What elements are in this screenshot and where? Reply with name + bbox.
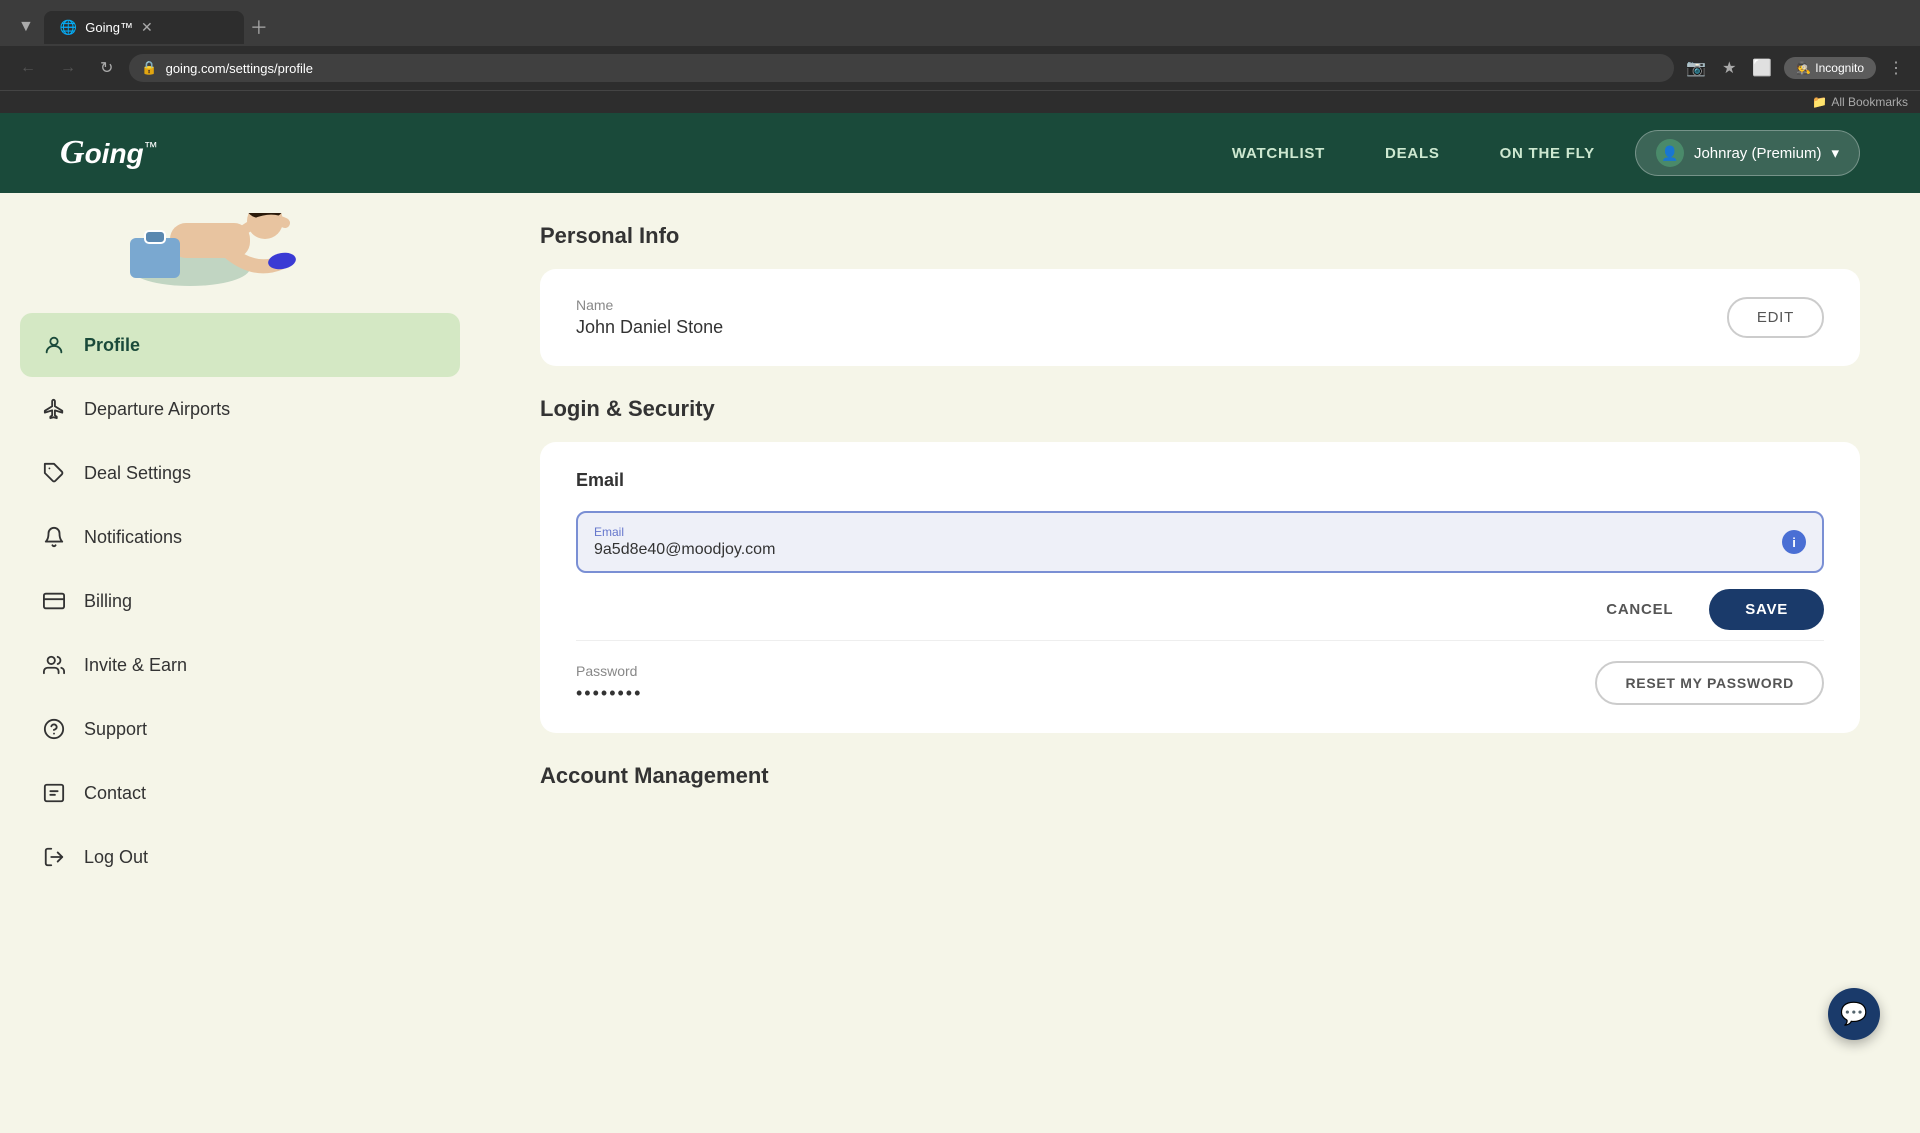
- tablet-view-btn[interactable]: ⬜: [1748, 54, 1776, 82]
- sidebar-item-log-out-label: Log Out: [84, 847, 148, 868]
- bell-icon: [40, 523, 68, 551]
- reset-password-btn[interactable]: RESET MY PASSWORD: [1595, 661, 1824, 705]
- chat-btn[interactable]: 💬: [1828, 988, 1880, 1040]
- browser-tab-active[interactable]: 🌐 Going™ ✕: [44, 11, 244, 44]
- name-field: Name John Daniel Stone: [576, 297, 723, 338]
- sidebar-item-billing[interactable]: Billing: [0, 569, 480, 633]
- name-value: John Daniel Stone: [576, 317, 723, 338]
- illustration-svg: [110, 213, 370, 293]
- browser-chrome: ▼ 🌐 Going™ ✕ ＋ ← → ↻ 🔒 going.com/setting…: [0, 0, 1920, 113]
- name-label: Name: [576, 297, 723, 313]
- sidebar-item-support-label: Support: [84, 719, 147, 740]
- sidebar-illustration: [0, 213, 480, 293]
- profile-icon: [40, 331, 68, 359]
- email-input-wrapper[interactable]: Email i: [576, 511, 1824, 573]
- sidebar-item-deal-settings-label: Deal Settings: [84, 463, 191, 484]
- user-name: Johnray (Premium): [1694, 145, 1822, 162]
- nav-watchlist[interactable]: WATCHLIST: [1232, 145, 1325, 162]
- sidebar-item-contact[interactable]: Contact: [0, 761, 480, 825]
- user-avatar: 👤: [1656, 139, 1684, 167]
- chat-icon: 💬: [1840, 1001, 1867, 1027]
- contact-icon: [40, 779, 68, 807]
- sidebar: Profile Departure Airports Deal Settings: [0, 193, 480, 1133]
- password-field: Password ••••••••: [576, 663, 642, 704]
- browser-toolbar-right: 📷 ★ ⬜ 🕵 Incognito ⋮: [1682, 54, 1908, 82]
- email-input-container: Email: [594, 525, 1772, 559]
- bookmarks-label: 📁 All Bookmarks: [1812, 95, 1908, 109]
- logo-text: Going™: [60, 134, 158, 172]
- email-actions: CANCEL SAVE: [576, 589, 1824, 630]
- help-circle-icon: [40, 715, 68, 743]
- edit-name-btn[interactable]: EDIT: [1727, 297, 1824, 338]
- content-area: Personal Info Name John Daniel Stone EDI…: [480, 193, 1920, 1133]
- email-section-title: Email: [576, 470, 1824, 491]
- sidebar-item-departure-airports[interactable]: Departure Airports: [0, 377, 480, 441]
- save-btn[interactable]: SAVE: [1709, 589, 1824, 630]
- sidebar-item-invite-earn-label: Invite & Earn: [84, 655, 187, 676]
- user-menu-btn[interactable]: 👤 Johnray (Premium) ▾: [1635, 130, 1860, 176]
- plane-icon: [40, 395, 68, 423]
- tab-dropdown-btn[interactable]: ▼: [12, 12, 40, 42]
- bookmarks-folder-icon: 📁: [1812, 95, 1827, 109]
- tab-title: Going™: [85, 20, 133, 35]
- login-security-card: Email Email i CANCEL SAVE Password •••••…: [540, 442, 1860, 733]
- new-tab-btn[interactable]: ＋: [244, 8, 274, 46]
- sidebar-item-invite-earn[interactable]: Invite & Earn: [0, 633, 480, 697]
- sidebar-item-support[interactable]: Support: [0, 697, 480, 761]
- extensions-btn[interactable]: ⋮: [1884, 54, 1908, 82]
- user-chevron-icon: ▾: [1831, 144, 1839, 162]
- main-nav: WATCHLIST DEALS ON THE FLY: [1232, 145, 1595, 162]
- logo[interactable]: Going™: [60, 134, 158, 172]
- reload-btn[interactable]: ↻: [92, 54, 121, 82]
- users-icon: [40, 651, 68, 679]
- forward-btn[interactable]: →: [52, 55, 84, 81]
- bookmarks-bar: 📁 All Bookmarks: [0, 90, 1920, 113]
- sidebar-item-deal-settings[interactable]: Deal Settings: [0, 441, 480, 505]
- personal-info-card: Name John Daniel Stone EDIT: [540, 269, 1860, 366]
- sidebar-item-departure-label: Departure Airports: [84, 399, 230, 420]
- login-security-title: Login & Security: [540, 396, 1860, 422]
- credit-card-icon: [40, 587, 68, 615]
- sidebar-item-log-out[interactable]: Log Out: [0, 825, 480, 889]
- app-header: Going™ WATCHLIST DEALS ON THE FLY 👤 John…: [0, 113, 1920, 193]
- tab-close-btn[interactable]: ✕: [141, 19, 153, 36]
- log-out-icon: [40, 843, 68, 871]
- email-info-icon: i: [1782, 530, 1806, 554]
- sidebar-nav: Profile Departure Airports Deal Settings: [0, 313, 480, 889]
- browser-tab-bar: ▼ 🌐 Going™ ✕ ＋: [0, 0, 1920, 46]
- incognito-btn[interactable]: 🕵 Incognito: [1784, 57, 1876, 79]
- url-bar[interactable]: 🔒 going.com/settings/profile: [129, 54, 1674, 82]
- sidebar-item-profile-label: Profile: [84, 335, 140, 356]
- tag-icon: [40, 459, 68, 487]
- sidebar-item-notifications[interactable]: Notifications: [0, 505, 480, 569]
- password-label: Password: [576, 663, 642, 679]
- main-layout: Profile Departure Airports Deal Settings: [0, 193, 1920, 1133]
- password-section: Password •••••••• RESET MY PASSWORD: [576, 640, 1824, 705]
- sidebar-item-profile[interactable]: Profile: [20, 313, 460, 377]
- name-row: Name John Daniel Stone EDIT: [576, 297, 1824, 338]
- password-dots: ••••••••: [576, 683, 642, 704]
- incognito-icon: 🕵: [1796, 61, 1811, 75]
- sidebar-item-contact-label: Contact: [84, 783, 146, 804]
- personal-info-title: Personal Info: [540, 223, 1860, 249]
- url-text: going.com/settings/profile: [166, 61, 1663, 76]
- browser-toolbar: ← → ↻ 🔒 going.com/settings/profile 📷 ★ ⬜…: [0, 46, 1920, 90]
- account-mgmt-title: Account Management: [540, 763, 1860, 789]
- sidebar-item-billing-label: Billing: [84, 591, 132, 612]
- email-input[interactable]: [594, 541, 1772, 559]
- nav-on-the-fly[interactable]: ON THE FLY: [1500, 145, 1595, 162]
- camera-off-icon[interactable]: 📷: [1682, 54, 1710, 82]
- lock-icon: 🔒: [141, 60, 157, 76]
- bookmark-btn[interactable]: ★: [1718, 54, 1740, 82]
- email-input-label: Email: [594, 525, 1772, 539]
- sidebar-item-notifications-label: Notifications: [84, 527, 182, 548]
- nav-deals[interactable]: DEALS: [1385, 145, 1440, 162]
- back-btn[interactable]: ←: [12, 55, 44, 81]
- cancel-btn[interactable]: CANCEL: [1586, 591, 1693, 628]
